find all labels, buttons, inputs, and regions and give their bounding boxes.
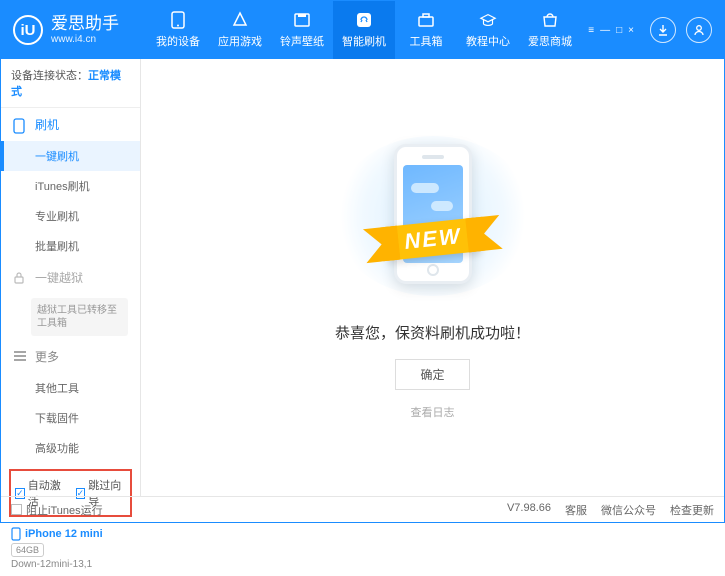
title-bar: iU 爱思助手 www.i4.cn 我的设备 应用游戏 铃声壁纸 智能刷机 <box>1 1 724 59</box>
nav-tutorials[interactable]: 教程中心 <box>457 1 519 59</box>
checkbox-icon <box>11 504 22 515</box>
device-block[interactable]: iPhone 12 mini 64GB Down-12mini-13,1 <box>1 523 140 576</box>
nav-smart-flash[interactable]: 智能刷机 <box>333 1 395 59</box>
sidebar-item-itunes-flash[interactable]: iTunes刷机 <box>1 171 140 201</box>
sidebar-item-download-firmware[interactable]: 下载固件 <box>1 403 140 433</box>
sidebar-item-one-click-flash[interactable]: 一键刷机 <box>1 141 140 171</box>
minimize-button[interactable]: — <box>600 25 610 36</box>
nav-my-device[interactable]: 我的设备 <box>147 1 209 59</box>
nav-label: 我的设备 <box>156 33 200 49</box>
nav-label: 教程中心 <box>466 33 510 49</box>
success-message: 恭喜您，保资料刷机成功啦！ <box>335 322 530 343</box>
phone-illustration <box>394 144 472 284</box>
phone-small-icon <box>11 527 21 541</box>
nav-label: 爱思商城 <box>528 33 572 49</box>
sidebar-item-pro-flash[interactable]: 专业刷机 <box>1 201 140 231</box>
nav-apps-games[interactable]: 应用游戏 <box>209 1 271 59</box>
flash-icon <box>355 11 373 29</box>
section-more[interactable]: 更多 <box>1 340 140 373</box>
section-jailbreak: 一键越狱 <box>1 261 140 294</box>
nav-label: 智能刷机 <box>342 33 386 49</box>
footer-link-support[interactable]: 客服 <box>565 502 587 518</box>
store-icon <box>541 11 559 29</box>
footer-right: V7.98.66 客服 微信公众号 检查更新 <box>507 502 714 518</box>
footer-link-wechat[interactable]: 微信公众号 <box>601 502 656 518</box>
brand-block: 爱思助手 www.i4.cn <box>51 15 119 45</box>
section-title: 一键越狱 <box>35 269 83 286</box>
brand-title: 爱思助手 <box>51 15 119 34</box>
wallpaper-icon <box>293 11 311 29</box>
footer-link-update[interactable]: 检查更新 <box>670 502 714 518</box>
jailbreak-note: 越狱工具已转移至工具箱 <box>31 298 128 336</box>
section-title: 刷机 <box>35 116 59 133</box>
version-label: V7.98.66 <box>507 502 551 518</box>
top-nav: 我的设备 应用游戏 铃声壁纸 智能刷机 工具箱 教程中心 <box>147 1 581 59</box>
app-logo: iU <box>13 15 43 45</box>
status-bar: 阻止iTunes运行 V7.98.66 客服 微信公众号 检查更新 <box>1 496 724 522</box>
sidebar: 设备连接状态：正常模式 刷机 一键刷机 iTunes刷机 专业刷机 批量刷机 一… <box>1 59 141 496</box>
connection-status: 设备连接状态：正常模式 <box>1 59 140 108</box>
view-log-link[interactable]: 查看日志 <box>411 404 455 420</box>
nav-label: 应用游戏 <box>218 33 262 49</box>
sys-buttons: ≡ — □ × <box>588 25 634 36</box>
graduation-icon <box>479 11 497 29</box>
conn-label: 设备连接状态： <box>11 70 88 82</box>
body: 设备连接状态：正常模式 刷机 一键刷机 iTunes刷机 专业刷机 批量刷机 一… <box>1 59 724 496</box>
ok-button[interactable]: 确定 <box>395 359 469 390</box>
close-button[interactable]: × <box>628 25 634 36</box>
checkbox-block-itunes[interactable]: 阻止iTunes运行 <box>11 502 103 518</box>
sidebar-item-batch-flash[interactable]: 批量刷机 <box>1 231 140 261</box>
device-name: iPhone 12 mini <box>11 527 130 541</box>
brand-subtitle: www.i4.cn <box>51 34 119 45</box>
toolbox-icon <box>417 11 435 29</box>
nav-toolbox[interactable]: 工具箱 <box>395 1 457 59</box>
nav-store[interactable]: 爱思商城 <box>519 1 581 59</box>
section-title: 更多 <box>35 348 59 365</box>
nav-label: 工具箱 <box>410 33 443 49</box>
section-flash[interactable]: 刷机 <box>1 108 140 141</box>
main-pane: NEW 恭喜您，保资料刷机成功啦！ 确定 查看日志 <box>141 59 724 496</box>
phone-icon <box>169 11 187 29</box>
phone-outline-icon <box>13 118 27 132</box>
nav-ringtone-wallpaper[interactable]: 铃声壁纸 <box>271 1 333 59</box>
lock-icon <box>13 271 27 285</box>
success-illustration: NEW <box>333 136 533 296</box>
menu-button[interactable]: ≡ <box>588 25 594 36</box>
download-button[interactable] <box>650 17 676 43</box>
user-button[interactable] <box>686 17 712 43</box>
maximize-button[interactable]: □ <box>616 25 622 36</box>
menu-icon <box>13 350 27 364</box>
checkbox-label: 阻止iTunes运行 <box>26 502 103 518</box>
nav-label: 铃声壁纸 <box>280 33 324 49</box>
sidebar-item-advanced[interactable]: 高级功能 <box>1 433 140 463</box>
device-name-text: iPhone 12 mini <box>25 528 103 540</box>
apps-icon <box>231 11 249 29</box>
sidebar-item-other-tools[interactable]: 其他工具 <box>1 373 140 403</box>
window-controls: ≡ — □ × <box>588 17 712 43</box>
storage-badge: 64GB <box>11 543 44 557</box>
device-model: Down-12mini-13,1 <box>11 559 130 570</box>
app-window: iU 爱思助手 www.i4.cn 我的设备 应用游戏 铃声壁纸 智能刷机 <box>0 0 725 523</box>
